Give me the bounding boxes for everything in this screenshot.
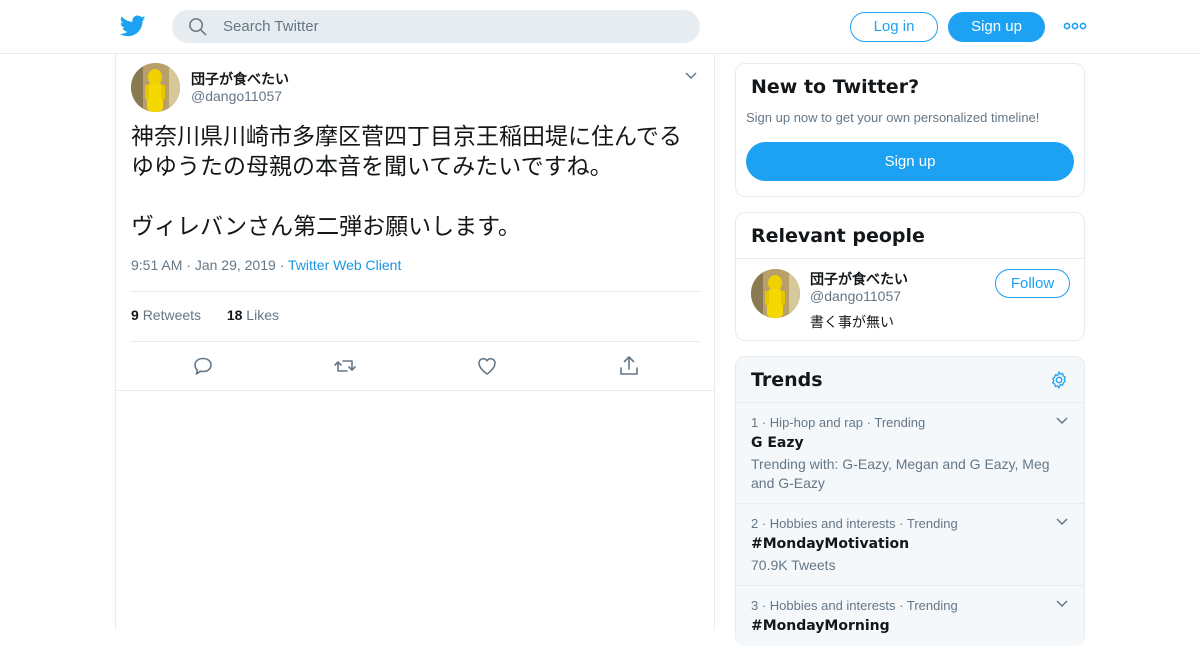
retweets-label: Retweets xyxy=(142,307,202,323)
trend-name[interactable]: #MondayMorning xyxy=(751,618,890,634)
retweets-count: 9 xyxy=(131,307,139,323)
tweet-source-link[interactable]: Twitter Web Client xyxy=(288,257,401,273)
card-title: Relevant people xyxy=(751,225,925,247)
divider xyxy=(130,291,700,292)
sidebar-signup-button[interactable]: Sign up xyxy=(746,142,1074,181)
twitter-logo-icon[interactable] xyxy=(120,13,146,39)
trend-category: Hip-hop and rap xyxy=(769,415,864,430)
chevron-down-icon[interactable] xyxy=(1056,518,1068,526)
search-icon xyxy=(189,18,207,36)
trends-card: Trends 1 · Hip-hop and rap · Trending G … xyxy=(735,356,1085,646)
meta-separator: · xyxy=(279,257,288,273)
follow-button[interactable]: Follow xyxy=(995,269,1070,298)
avatar-image xyxy=(131,63,180,112)
trend-description: Trending with: G-Eazy, Megan and G Eazy,… xyxy=(751,456,1050,491)
trend-name[interactable]: #MondayMotivation xyxy=(751,536,909,552)
tweet-text: 神奈川県川崎市多摩区菅四丁目京王稲田堤に住んでる ゆゆうたの母親の本音を聞いてみ… xyxy=(131,124,682,240)
card-subtitle: Sign up now to get your own personalized… xyxy=(746,110,1040,125)
tweet-date[interactable]: Jan 29, 2019 xyxy=(195,257,276,273)
trend-item[interactable]: 2 · Hobbies and interests · Trending #Mo… xyxy=(736,503,1084,585)
tweet-time[interactable]: 9:51 AM xyxy=(131,257,182,273)
signup-button[interactable]: Sign up xyxy=(948,12,1045,42)
trend-rank: 1 xyxy=(751,415,759,430)
heart-icon[interactable] xyxy=(475,354,499,378)
trend-rank: 3 xyxy=(751,598,759,613)
retweets-stat[interactable]: 9 Retweets xyxy=(131,307,201,323)
divider xyxy=(736,258,1084,259)
share-icon[interactable] xyxy=(617,354,641,378)
trend-meta: 2 · Hobbies and interests · Trending xyxy=(751,516,958,531)
main-column: 団子が食べたい @dango11057 神奈川県川崎市多摩区菅四丁目京王稲田堤に… xyxy=(115,54,715,630)
tweet-stats: 9 Retweets 18 Likes xyxy=(131,307,279,323)
top-bar: Search Twitter Log in Sign up xyxy=(0,0,1200,54)
chevron-down-icon[interactable] xyxy=(1056,417,1068,425)
trend-category: Hobbies and interests xyxy=(769,516,896,531)
avatar-image xyxy=(751,269,800,318)
likes-count: 18 xyxy=(226,307,243,323)
trend-meta: 3 · Hobbies and interests · Trending xyxy=(751,598,958,613)
more-options-icon[interactable] xyxy=(1063,19,1087,33)
likes-label: Likes xyxy=(246,307,279,323)
person-handle[interactable]: @dango11057 xyxy=(810,288,901,304)
chevron-down-icon[interactable] xyxy=(684,71,698,81)
trend-status: Trending xyxy=(906,598,958,613)
login-button[interactable]: Log in xyxy=(850,12,938,42)
trend-description: 70.9K Tweets xyxy=(751,557,836,573)
trend-rank: 2 xyxy=(751,516,759,531)
new-to-twitter-card: New to Twitter? Sign up now to get your … xyxy=(735,63,1085,197)
meta-separator: · xyxy=(186,257,195,273)
retweet-icon[interactable] xyxy=(333,354,357,378)
card-title: New to Twitter? xyxy=(751,76,920,98)
avatar[interactable] xyxy=(751,269,800,318)
person-name[interactable]: 団子が食べたい xyxy=(810,269,908,289)
chevron-down-icon[interactable] xyxy=(1056,600,1068,608)
reply-icon[interactable] xyxy=(191,354,215,378)
search-bar[interactable]: Search Twitter xyxy=(172,10,700,43)
tweet-meta: 9:51 AM · Jan 29, 2019 · Twitter Web Cli… xyxy=(131,257,401,273)
author-name[interactable]: 団子が食べたい xyxy=(191,69,289,89)
author-handle[interactable]: @dango11057 xyxy=(191,88,282,104)
trend-status: Trending xyxy=(906,516,958,531)
trend-name[interactable]: G Eazy xyxy=(751,435,804,451)
trend-category: Hobbies and interests xyxy=(769,598,896,613)
likes-stat[interactable]: 18 Likes xyxy=(227,307,279,323)
trend-item[interactable]: 3 · Hobbies and interests · Trending #Mo… xyxy=(736,585,1084,646)
trend-meta: 1 · Hip-hop and rap · Trending xyxy=(751,415,926,430)
person-bio: 書く事が無い xyxy=(810,315,894,331)
gear-icon[interactable] xyxy=(1049,370,1069,390)
relevant-people-card: Relevant people 団子が食べたい @dango11057 書く事が… xyxy=(735,212,1085,341)
search-input[interactable]: Search Twitter xyxy=(223,18,319,35)
tweet: 団子が食べたい @dango11057 神奈川県川崎市多摩区菅四丁目京王稲田堤に… xyxy=(116,54,714,391)
trend-item[interactable]: 1 · Hip-hop and rap · Trending G Eazy Tr… xyxy=(736,402,1084,503)
avatar[interactable] xyxy=(131,63,180,112)
card-title: Trends xyxy=(751,369,823,391)
trend-status: Trending xyxy=(874,415,926,430)
divider xyxy=(130,341,700,342)
